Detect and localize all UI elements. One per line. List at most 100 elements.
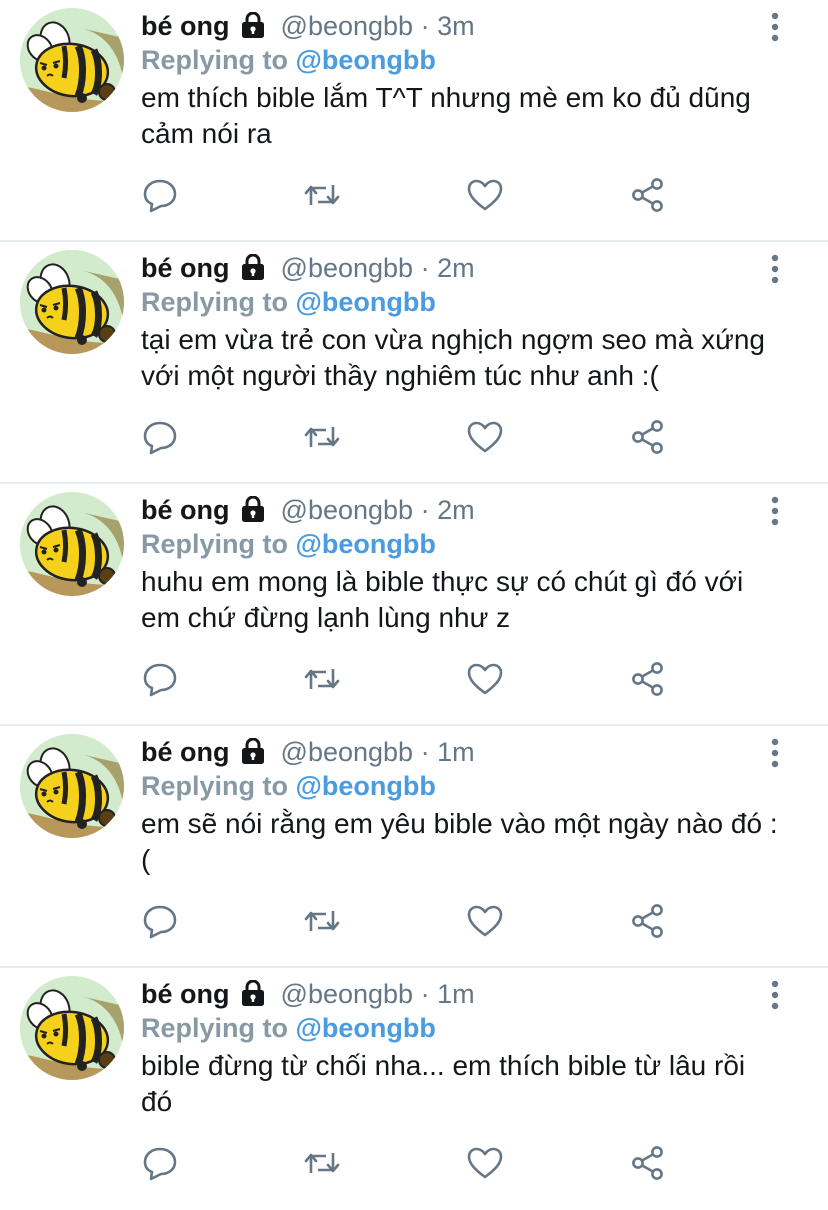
reply-bubble-icon <box>143 421 177 455</box>
display-name[interactable]: bé ong <box>141 979 230 1009</box>
replying-to-line: Replying to @beongbb <box>141 527 436 561</box>
tweet-1[interactable]: bé ong @beongbb · 3m Replying to @beongb… <box>0 0 828 242</box>
tweet-actions <box>140 1143 680 1183</box>
like-button[interactable] <box>465 659 505 699</box>
reply-button[interactable] <box>140 659 180 699</box>
retweet-button[interactable] <box>302 1143 342 1183</box>
replying-to-line: Replying to @beongbb <box>141 285 436 319</box>
display-name[interactable]: bé ong <box>141 11 230 41</box>
tweet-text: huhu em mong là bible thực sự có chút gì… <box>141 566 744 633</box>
tweet-5[interactable]: bé ong @beongbb · 1m Replying to @beongb… <box>0 968 828 1210</box>
like-button[interactable] <box>465 901 505 941</box>
user-handle[interactable]: @beongbb <box>281 253 414 283</box>
reply-button[interactable] <box>140 417 180 457</box>
bee-avatar-image <box>20 976 124 1080</box>
avatar[interactable] <box>20 492 124 596</box>
heart-icon <box>467 421 503 453</box>
more-vertical-icon[interactable] <box>766 12 784 42</box>
like-button[interactable] <box>465 175 505 215</box>
lock-icon <box>242 254 265 280</box>
display-name[interactable]: bé ong <box>141 495 230 525</box>
tweet-text: em thích bible lắm T^T nhưng mè em ko đủ… <box>141 82 751 149</box>
share-icon <box>632 904 663 938</box>
heart-icon <box>467 179 503 211</box>
tweet-timestamp[interactable]: 1m <box>437 737 475 767</box>
share-button[interactable] <box>628 1143 668 1183</box>
heart-icon <box>467 905 503 937</box>
replying-to-line: Replying to @beongbb <box>141 43 436 77</box>
reply-button[interactable] <box>140 901 180 941</box>
retweet-button[interactable] <box>302 901 342 941</box>
reply-button[interactable] <box>140 1143 180 1183</box>
reply-bubble-icon <box>143 1147 177 1181</box>
tweet-2[interactable]: bé ong @beongbb · 2m Replying to @beongb… <box>0 242 828 484</box>
avatar[interactable] <box>20 250 124 354</box>
like-button[interactable] <box>465 1143 505 1183</box>
bee-avatar-image <box>20 250 124 354</box>
lock-icon <box>242 980 265 1006</box>
retweet-button[interactable] <box>302 417 342 457</box>
tweet-header: bé ong @beongbb · 1m <box>141 977 475 1011</box>
tweet-3[interactable]: bé ong @beongbb · 2m Replying to @beongb… <box>0 484 828 726</box>
replying-to-line: Replying to @beongbb <box>141 769 436 803</box>
tweet-timestamp[interactable]: 2m <box>437 495 475 525</box>
user-handle[interactable]: @beongbb <box>281 737 414 767</box>
share-icon <box>632 420 663 454</box>
retweet-button[interactable] <box>302 175 342 215</box>
tweet-actions <box>140 659 680 699</box>
tweet-4[interactable]: bé ong @beongbb · 1m Replying to @beongb… <box>0 726 828 968</box>
separator-dot: · <box>420 11 430 41</box>
tweet-text: em sẽ nói rằng em yêu bible vào một ngày… <box>141 808 778 875</box>
retweet-icon <box>304 911 340 931</box>
display-name[interactable]: bé ong <box>141 253 230 283</box>
more-vertical-icon[interactable] <box>766 496 784 526</box>
tweet-actions <box>140 175 680 215</box>
more-vertical-icon[interactable] <box>766 980 784 1010</box>
share-button[interactable] <box>628 901 668 941</box>
reply-button[interactable] <box>140 175 180 215</box>
retweet-icon <box>304 669 340 689</box>
share-button[interactable] <box>628 175 668 215</box>
replying-to-mention[interactable]: @beongbb <box>296 1013 436 1043</box>
avatar[interactable] <box>20 976 124 1080</box>
share-button[interactable] <box>628 659 668 699</box>
share-button[interactable] <box>628 417 668 457</box>
replying-to-label: Replying to <box>141 771 288 801</box>
share-icon <box>632 662 663 696</box>
user-handle[interactable]: @beongbb <box>281 979 414 1009</box>
retweet-button[interactable] <box>302 659 342 699</box>
more-vertical-icon[interactable] <box>766 738 784 768</box>
replying-to-label: Replying to <box>141 45 288 75</box>
replying-to-mention[interactable]: @beongbb <box>296 287 436 317</box>
tweet-timestamp[interactable]: 2m <box>437 253 475 283</box>
tweet-header: bé ong @beongbb · 2m <box>141 251 475 285</box>
separator-dot: · <box>420 737 430 767</box>
tweet-timestamp[interactable]: 1m <box>437 979 475 1009</box>
avatar[interactable] <box>20 8 124 112</box>
share-icon <box>632 1146 663 1180</box>
replying-to-mention[interactable]: @beongbb <box>296 529 436 559</box>
lock-icon <box>242 738 265 764</box>
tweet-actions <box>140 417 680 457</box>
more-vertical-icon[interactable] <box>766 254 784 284</box>
bee-avatar-image <box>20 734 124 838</box>
replying-to-label: Replying to <box>141 529 288 559</box>
retweet-icon <box>304 427 340 447</box>
display-name[interactable]: bé ong <box>141 737 230 767</box>
tweet-timestamp[interactable]: 3m <box>437 11 475 41</box>
replying-to-label: Replying to <box>141 1013 288 1043</box>
replying-to-label: Replying to <box>141 287 288 317</box>
user-handle[interactable]: @beongbb <box>281 11 414 41</box>
heart-icon <box>467 1147 503 1179</box>
like-button[interactable] <box>465 417 505 457</box>
tweet-text: bible đừng từ chối nha... em thích bible… <box>141 1050 746 1117</box>
replying-to-line: Replying to @beongbb <box>141 1011 436 1045</box>
tweet-text: tại em vừa trẻ con vừa nghịch ngợm seo m… <box>141 324 765 391</box>
bee-avatar-image <box>20 8 124 112</box>
reply-bubble-icon <box>143 905 177 939</box>
avatar[interactable] <box>20 734 124 838</box>
replying-to-mention[interactable]: @beongbb <box>296 45 436 75</box>
separator-dot: · <box>420 253 430 283</box>
replying-to-mention[interactable]: @beongbb <box>296 771 436 801</box>
user-handle[interactable]: @beongbb <box>281 495 414 525</box>
